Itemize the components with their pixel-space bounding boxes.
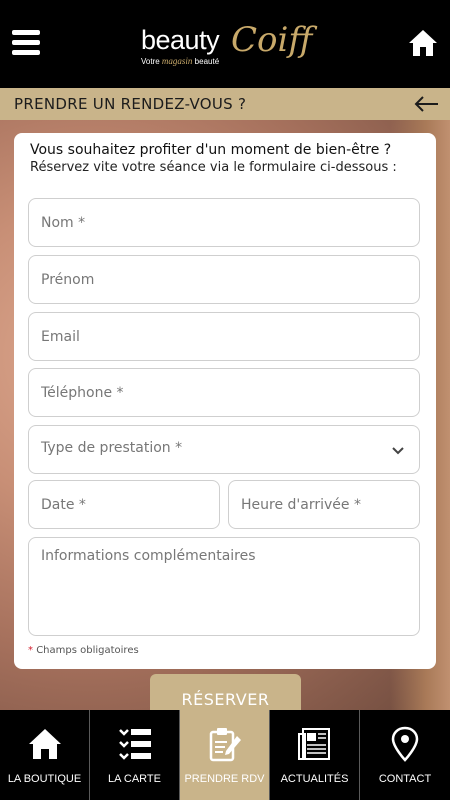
prenom-input[interactable]	[29, 256, 419, 303]
nom-field[interactable]	[28, 198, 420, 247]
date-field[interactable]	[28, 480, 220, 529]
email-input[interactable]	[29, 313, 419, 360]
app-header: beauty Coiff Votre magasin beauté	[0, 0, 450, 88]
nav-label: LA BOUTIQUE	[7, 773, 82, 785]
nav-label: CONTACT	[378, 773, 432, 785]
email-field[interactable]	[28, 312, 420, 361]
bottom-nav: LA BOUTIQUE LA CARTE PRENDRE RDV ACTUALI…	[0, 710, 450, 800]
brand-logo[interactable]: beauty Coiff Votre magasin beauté	[138, 20, 318, 70]
telephone-field[interactable]	[28, 368, 420, 417]
logo-main-text: beauty	[141, 25, 220, 55]
prenom-field[interactable]	[28, 255, 420, 304]
required-fields-note: * Champs obligatoires	[28, 645, 139, 656]
nom-input[interactable]	[29, 199, 419, 246]
logo-script-text: Coiff	[231, 20, 313, 60]
nav-label: LA CARTE	[108, 773, 161, 785]
intro-heading: Vous souhaitez profiter d'un moment de b…	[30, 142, 392, 158]
infos-textarea[interactable]	[29, 538, 419, 635]
hamburger-menu-icon[interactable]	[12, 30, 40, 56]
booking-form-card: Vous souhaitez profiter d'un moment de b…	[14, 133, 436, 669]
back-arrow-icon[interactable]	[412, 94, 440, 114]
nav-item-boutique[interactable]: LA BOUTIQUE	[0, 710, 90, 800]
heure-input[interactable]	[229, 481, 419, 528]
page-title: PRENDRE UN RENDEZ-VOUS ?	[14, 95, 247, 113]
newspaper-icon	[298, 728, 330, 760]
heure-field[interactable]	[228, 480, 420, 529]
date-input[interactable]	[29, 481, 219, 528]
required-note-text: Champs obligatoires	[36, 645, 139, 656]
nav-item-rdv[interactable]: PRENDRE RDV	[180, 710, 270, 800]
clipboard-icon	[209, 728, 241, 762]
telephone-input[interactable]	[29, 369, 419, 416]
nav-item-contact[interactable]: CONTACT	[360, 710, 450, 800]
nav-item-actualites[interactable]: ACTUALITÉS	[270, 710, 360, 800]
intro-subheading: Réservez vite votre séance via le formul…	[30, 160, 397, 175]
nav-label: PRENDRE RDV	[184, 773, 265, 785]
home-icon	[29, 729, 61, 759]
prestation-select[interactable]: Type de prestation *	[28, 425, 420, 474]
nav-label: ACTUALITÉS	[280, 773, 349, 785]
required-star: *	[28, 645, 33, 656]
map-pin-icon	[391, 726, 419, 762]
nav-item-carte[interactable]: LA CARTE	[90, 710, 180, 800]
infos-field[interactable]	[28, 537, 420, 636]
list-icon	[119, 729, 151, 760]
home-icon[interactable]	[408, 28, 438, 58]
logo-tagline: Votre magasin beauté	[141, 56, 220, 66]
page-title-bar: PRENDRE UN RENDEZ-VOUS ?	[0, 88, 450, 120]
chevron-down-icon	[392, 447, 404, 455]
prestation-select-label: Type de prestation *	[41, 440, 183, 456]
